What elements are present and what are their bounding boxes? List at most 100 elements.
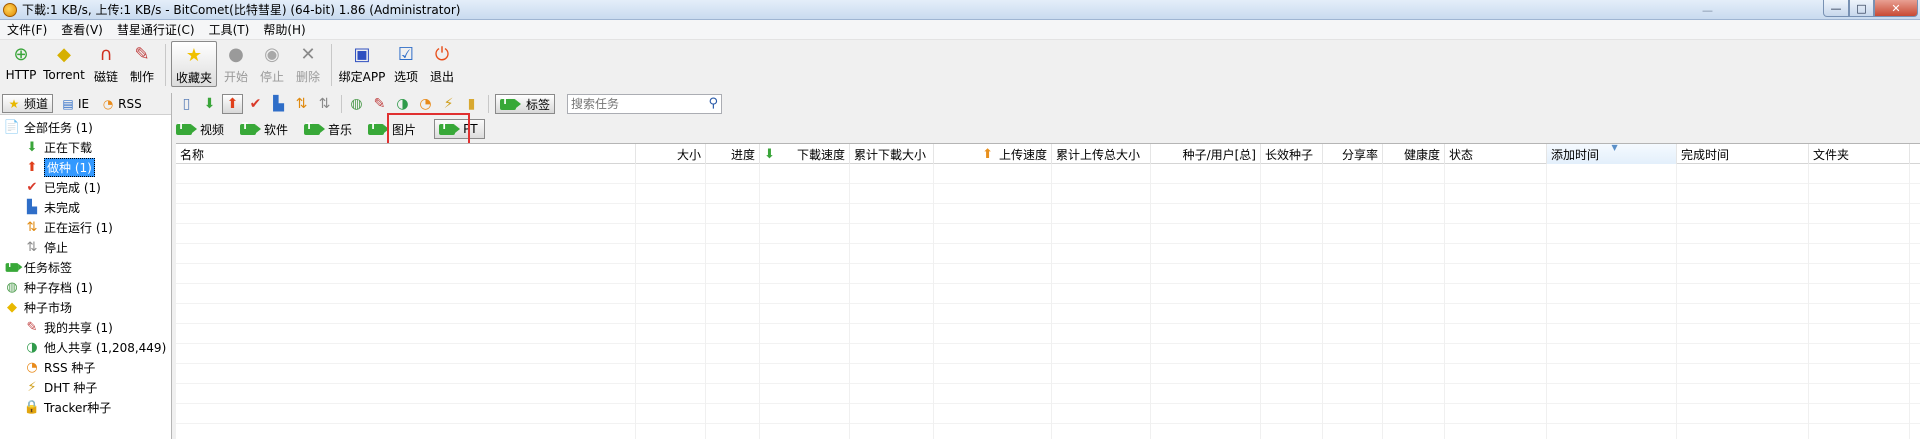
table-row[interactable] xyxy=(176,324,1920,344)
stopped-filter[interactable]: ⇅ xyxy=(314,94,335,114)
seeding-filter[interactable]: ⬆ xyxy=(222,94,243,114)
category-video[interactable]: 视频 xyxy=(176,121,224,138)
column-completed-time[interactable]: 完成时间 xyxy=(1677,144,1809,164)
magnet-label: 磁链 xyxy=(93,70,118,84)
tab-ie[interactable]: ▤ IE xyxy=(57,94,93,113)
favorites-button[interactable]: ★ 收藏夹 xyxy=(171,41,217,87)
tree-item-check[interactable]: ✔ 已完成 (1) xyxy=(0,177,171,197)
column-total-uploaded[interactable]: 累计上传总大小 xyxy=(1052,144,1151,164)
tree-item-stopped[interactable]: ⇅ 停止 xyxy=(0,237,171,257)
tree-item-market[interactable]: ◆ 种子市场 xyxy=(0,297,171,317)
column-added-time[interactable]: ▼ 添加时间 xyxy=(1547,144,1677,164)
column-long-term-seed[interactable]: 长效种子 xyxy=(1261,144,1323,164)
tree-item-rss[interactable]: ◔ RSS 种子 xyxy=(0,357,171,377)
column-download-speed[interactable]: ⬇ 下載速度 xyxy=(760,144,850,164)
tree-item-tracker[interactable]: 🔒 Tracker种子 xyxy=(0,397,171,417)
category-pt[interactable]: PT xyxy=(434,119,485,139)
menu-file[interactable]: 文件(F) xyxy=(0,21,54,38)
start-label: 开始 xyxy=(223,70,248,84)
column-progress[interactable]: 进度 xyxy=(706,144,760,164)
dht-filter[interactable]: ⚡ xyxy=(438,94,459,114)
table-row[interactable] xyxy=(176,364,1920,384)
tree-item-archive[interactable]: ◍ 种子存档 (1) xyxy=(0,277,171,297)
window-title: 下載:1 KB/s, 上传:1 KB/s - BitComet(比特彗星) (6… xyxy=(22,3,461,17)
rss-filter[interactable]: ◔ xyxy=(415,94,436,114)
magnet-button[interactable]: ∩ 磁链 xyxy=(89,41,123,87)
tree-item-incomplete[interactable]: ▙ 未完成 xyxy=(0,197,171,217)
tree-item-my-share[interactable]: ✎ 我的共享 (1) xyxy=(0,317,171,337)
incomplete-icon: ▙ xyxy=(27,199,37,215)
table-row[interactable] xyxy=(176,404,1920,424)
table-row[interactable] xyxy=(176,244,1920,264)
column-folder[interactable]: 文件夹 xyxy=(1809,144,1910,164)
completed-filter[interactable]: ✔ xyxy=(245,94,266,114)
table-row[interactable] xyxy=(176,384,1920,404)
tab-channel[interactable]: ★ 频道 xyxy=(2,94,54,113)
delete-button[interactable]: ✕ 删除 xyxy=(291,41,325,87)
tree-item-dht[interactable]: ⚡ DHT 种子 xyxy=(0,377,171,397)
table-row[interactable] xyxy=(176,224,1920,244)
tree-item-down-arrow[interactable]: ⬇ 正在下载 xyxy=(0,137,171,157)
column-download-speed-label: 下載速度 xyxy=(796,147,845,162)
tree-item-all-tasks[interactable]: 📄 全部任务 (1) xyxy=(0,117,171,137)
tab-rss[interactable]: ◔ RSS xyxy=(97,94,146,113)
column-size[interactable]: 大小 xyxy=(636,144,706,164)
all-tasks-filter[interactable]: ▯ xyxy=(176,94,197,114)
incomplete-filter[interactable]: ▙ xyxy=(268,94,289,114)
tree-item-tag[interactable]: 任务标签 xyxy=(0,257,171,277)
close-button[interactable]: ✕ xyxy=(1874,0,1918,17)
column-total-downloaded[interactable]: 累计下載大小 xyxy=(850,144,934,164)
table-row[interactable] xyxy=(176,164,1920,184)
table-row[interactable] xyxy=(176,284,1920,304)
my-share-filter[interactable]: ✎ xyxy=(369,94,390,114)
minimize-button[interactable]: — xyxy=(1823,0,1849,17)
archive-filter[interactable]: ◍ xyxy=(346,94,367,114)
tracker-filter[interactable]: ▮ xyxy=(461,94,482,114)
category-music[interactable]: 音乐 xyxy=(304,121,352,138)
http-button[interactable]: ⊕ HTTP xyxy=(3,41,39,87)
search-icon[interactable]: ⚲ xyxy=(708,96,718,111)
category-tree: 📄 全部任务 (1) ⬇ 正在下载 ⬆ 做种 (1) ✔ 已完成 (1) ▙ 未完成 ⇅ 正在运行 (… xyxy=(0,115,171,417)
bind-app-button[interactable]: ▣ 绑定APP xyxy=(337,41,387,87)
column-status[interactable]: 状态 xyxy=(1445,144,1547,164)
table-row[interactable] xyxy=(176,424,1920,439)
others-share-filter[interactable]: ◑ xyxy=(392,94,413,114)
table-row[interactable] xyxy=(176,344,1920,364)
stop-button[interactable]: ◉ 停止 xyxy=(255,41,289,87)
table-row[interactable] xyxy=(176,304,1920,324)
column-upload-speed[interactable]: ⬆ 上传速度 xyxy=(934,144,1052,164)
tree-item-label: 停止 xyxy=(44,240,69,255)
category-video-label: 视频 xyxy=(200,122,225,137)
downloading-filter[interactable]: ⬇ xyxy=(199,94,220,114)
table-row[interactable] xyxy=(176,204,1920,224)
column-name[interactable]: 名称 xyxy=(176,144,636,164)
running-filter[interactable]: ⇅ xyxy=(291,94,312,114)
options-button[interactable]: ☑ 选项 xyxy=(389,41,423,87)
menu-tools[interactable]: 工具(T) xyxy=(202,21,257,38)
category-software[interactable]: 软件 xyxy=(240,121,288,138)
tree-item-others-share[interactable]: ◑ 他人共享 (1,208,449) xyxy=(0,337,171,357)
tree-item-up-arrow[interactable]: ⬆ 做种 (1) xyxy=(0,157,171,177)
start-button[interactable]: ● 开始 xyxy=(219,41,253,87)
category-pictures-label: 图片 xyxy=(392,122,417,137)
table-row[interactable] xyxy=(176,264,1920,284)
menu-help[interactable]: 帮助(H) xyxy=(256,21,312,38)
tree-item-running[interactable]: ⇅ 正在运行 (1) xyxy=(0,217,171,237)
search-box: ⚲ xyxy=(567,94,723,114)
menu-view[interactable]: 查看(V) xyxy=(54,21,110,38)
menu-passport[interactable]: 彗星通行证(C) xyxy=(110,21,202,38)
column-share-ratio[interactable]: 分享率 xyxy=(1323,144,1383,164)
make-torrent-button[interactable]: ✎ 制作 xyxy=(125,41,159,87)
column-seeds-peers[interactable]: 种子/用户[总] xyxy=(1151,144,1261,164)
maximize-button[interactable]: □ xyxy=(1849,0,1874,17)
table-row[interactable] xyxy=(176,184,1920,204)
market-icon: ◆ xyxy=(7,299,17,315)
tag-toggle-button[interactable]: 标签 xyxy=(495,94,556,114)
category-pictures[interactable]: 图片 xyxy=(368,121,416,138)
tree-item-label: 全部任务 (1) xyxy=(24,120,93,135)
column-health[interactable]: 健康度 xyxy=(1383,144,1445,164)
torrent-button[interactable]: ◆ Torrent xyxy=(41,41,87,87)
bind-app-label: 绑定APP xyxy=(338,70,386,84)
exit-button[interactable]: ⏻ 退出 xyxy=(425,41,459,87)
search-tasks-input[interactable] xyxy=(568,95,699,113)
